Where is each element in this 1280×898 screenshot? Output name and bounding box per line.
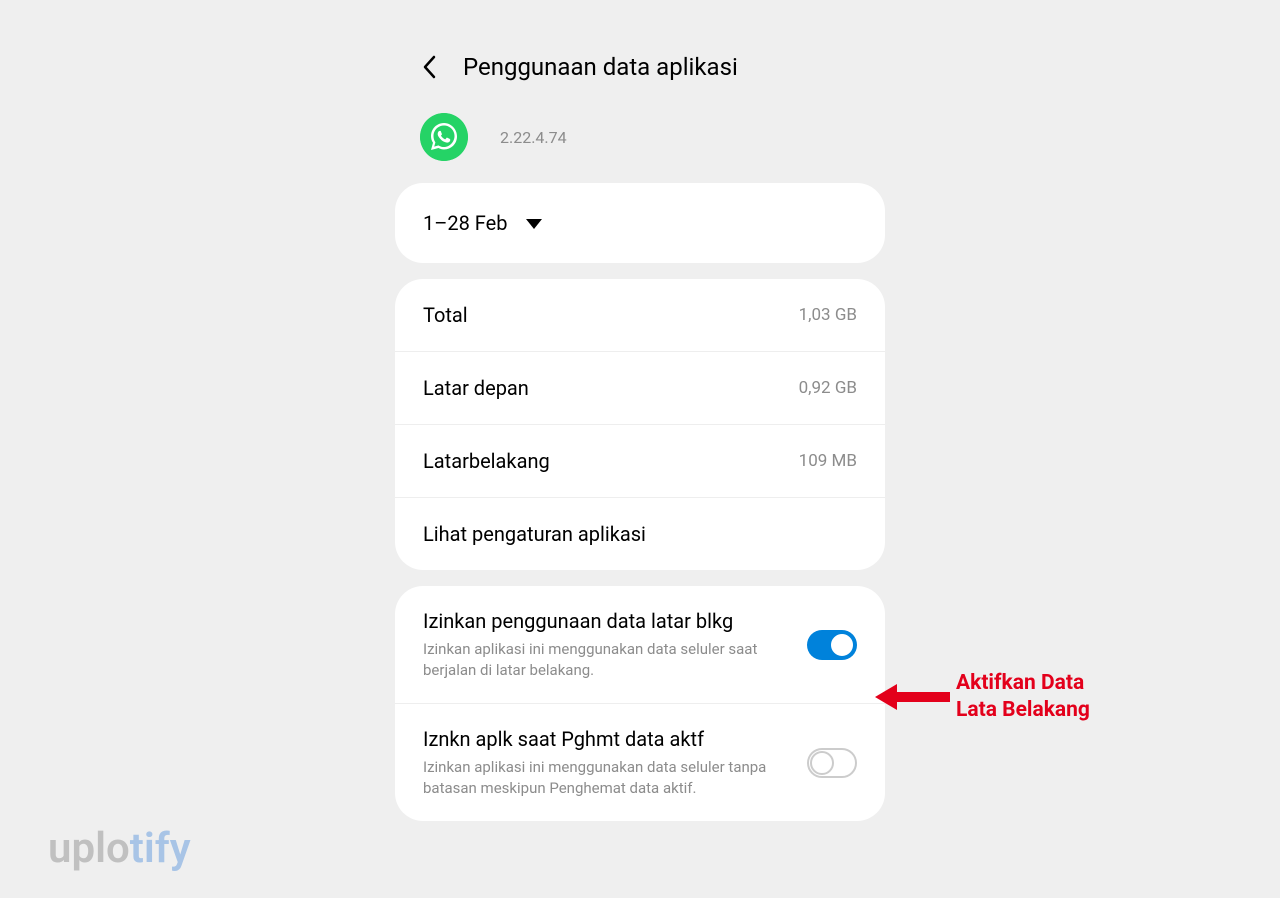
settings-link-label: Lihat pengaturan aplikasi	[423, 522, 646, 546]
foreground-label: Latar depan	[423, 376, 529, 400]
toggle-knob	[810, 751, 834, 775]
background-label: Latarbelakang	[423, 449, 550, 473]
watermark-part1: uplo	[48, 824, 130, 873]
background-usage-row: Latarbelakang 109 MB	[395, 425, 885, 498]
background-data-content: Izinkan penggunaan data latar blkg Izink…	[423, 608, 807, 681]
settings-screen: Penggunaan data aplikasi 2.22.4.74 1–28 …	[395, 35, 885, 837]
data-saver-title: Iznkn aplk saat Pghmt data aktf	[423, 726, 787, 753]
total-usage-row: Total 1,03 GB	[395, 279, 885, 352]
background-data-row: Izinkan penggunaan data latar blkg Izink…	[395, 586, 885, 704]
background-data-title: Izinkan penggunaan data latar blkg	[423, 608, 787, 635]
permissions-card: Izinkan penggunaan data latar blkg Izink…	[395, 586, 885, 821]
back-button[interactable]	[415, 53, 443, 81]
annotation-line1: Aktifkan Data	[956, 671, 1084, 695]
app-version: 2.22.4.74	[500, 128, 567, 147]
arrow-left-icon	[875, 682, 950, 712]
back-icon	[422, 55, 436, 79]
foreground-usage-row: Latar depan 0,92 GB	[395, 352, 885, 425]
background-data-desc: Izinkan aplikasi ini menggunakan data se…	[423, 639, 787, 681]
date-range-selector[interactable]: 1–28 Feb	[395, 183, 885, 263]
foreground-value: 0,92 GB	[799, 378, 857, 398]
annotation-text: Aktifkan Data Lata Belakang	[956, 670, 1090, 725]
data-saver-row: Iznkn aplk saat Pghmt data aktf Izinkan …	[395, 704, 885, 821]
data-saver-toggle[interactable]	[807, 748, 857, 778]
total-value: 1,03 GB	[799, 305, 857, 325]
chevron-down-icon	[526, 214, 542, 233]
annotation-callout: Aktifkan Data Lata Belakang	[875, 670, 1090, 725]
annotation-line2: Lata Belakang	[956, 698, 1090, 722]
app-settings-link[interactable]: Lihat pengaturan aplikasi	[395, 498, 885, 570]
page-header: Penggunaan data aplikasi	[395, 35, 885, 109]
data-saver-content: Iznkn aplk saat Pghmt data aktf Izinkan …	[423, 726, 807, 799]
page-title: Penggunaan data aplikasi	[463, 53, 738, 81]
usage-stats-card: Total 1,03 GB Latar depan 0,92 GB Latarb…	[395, 279, 885, 570]
background-data-toggle[interactable]	[807, 630, 857, 660]
date-range-text: 1–28 Feb	[423, 211, 508, 235]
watermark: uplotify	[48, 824, 191, 873]
data-saver-desc: Izinkan aplikasi ini menggunakan data se…	[423, 757, 787, 799]
total-label: Total	[423, 303, 468, 327]
watermark-part2: tify	[130, 824, 191, 873]
background-value: 109 MB	[799, 451, 857, 471]
date-range-card: 1–28 Feb	[395, 183, 885, 263]
whatsapp-icon	[420, 113, 468, 161]
app-info: 2.22.4.74	[395, 109, 885, 183]
toggle-knob	[830, 633, 854, 657]
